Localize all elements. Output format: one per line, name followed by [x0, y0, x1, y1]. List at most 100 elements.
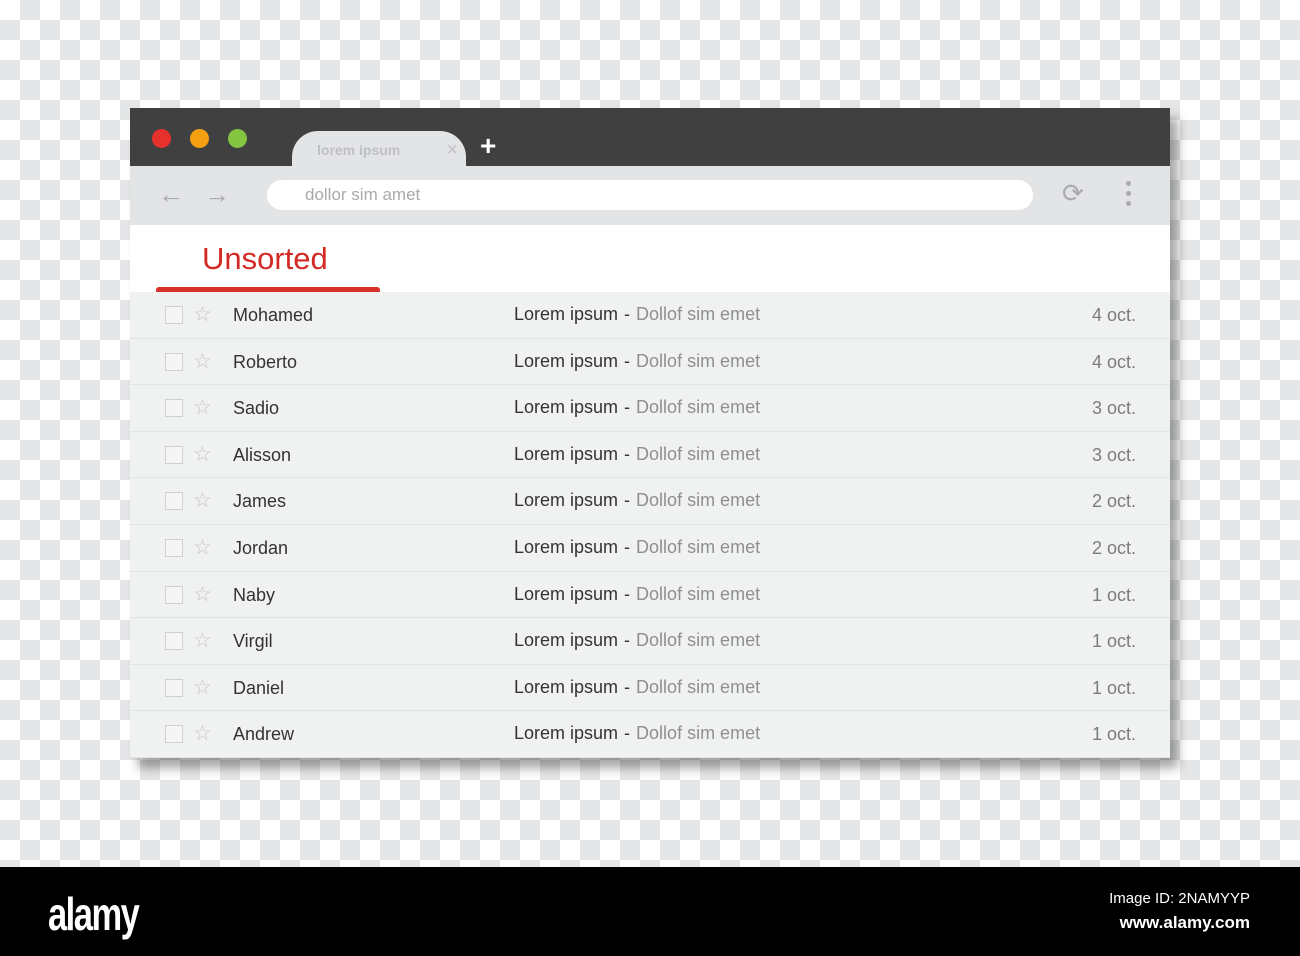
separator: -	[624, 583, 631, 604]
snippet: Dollof sim emet	[636, 583, 761, 604]
row-checkbox[interactable]	[165, 725, 183, 744]
mail-row[interactable]: ☆ Naby Lorem ipsum - Dollof sim emet 1 oct…	[130, 572, 1170, 619]
minimize-window-button[interactable]	[190, 129, 209, 148]
back-arrow-icon[interactable]: ←	[158, 179, 184, 210]
site-url: www.alamy.com	[1119, 913, 1250, 932]
snippet: Dollof sim emet	[636, 304, 761, 324]
separator: -	[624, 304, 631, 324]
image-id: Image ID: 2NAMYYP	[1109, 890, 1250, 907]
mail-row[interactable]: ☆ Virgil Lorem ipsum - Dollof sim emet 1 o…	[130, 618, 1170, 665]
subject-text: Lorem ipsum	[514, 304, 619, 324]
subject-text: Lorem ipsum	[514, 350, 619, 371]
separator: -	[624, 490, 631, 511]
snippet: Dollof sim emet	[636, 630, 761, 651]
row-checkbox[interactable]	[165, 352, 183, 371]
star-icon[interactable]: ☆	[193, 349, 212, 374]
mail-row[interactable]: ☆ Roberto Lorem ipsum - Dollof sim emet 4 …	[130, 339, 1170, 386]
alamy-logo: alamy	[48, 888, 140, 940]
row-checkbox[interactable]	[165, 399, 183, 418]
mail-row[interactable]: ☆ Daniel Lorem ipsum - Dollof sim emet 1 o…	[130, 665, 1170, 712]
subject: Lorem ipsum - Dollof sim emet	[514, 490, 760, 511]
mail-list: ☆ Mohamed Lorem ipsum - Dollof sim emet 4 …	[130, 292, 1170, 758]
star-icon[interactable]: ☆	[193, 442, 212, 467]
watermark-footer: alamy Image ID: 2NAMYYP www.alamy.com	[0, 867, 1300, 956]
subject-text: Lorem ipsum	[514, 397, 619, 418]
row-checkbox[interactable]	[165, 306, 183, 324]
subject: Lorem ipsum - Dollof sim emet	[514, 444, 760, 465]
subject: Lorem ipsum - Dollof sim emet	[514, 584, 760, 605]
date: 2 oct.	[1091, 537, 1136, 558]
subject: Lorem ipsum - Dollof sim emet	[514, 351, 760, 372]
row-checkbox[interactable]	[165, 492, 183, 511]
browser-window: lorem ipsum × + ← → dollor sim amet ⟳ Un…	[130, 108, 1170, 758]
new-tab-button[interactable]: +	[480, 132, 496, 160]
subject-text: Lorem ipsum	[514, 676, 619, 697]
row-checkbox[interactable]	[165, 632, 183, 651]
subject-text: Lorem ipsum	[514, 443, 619, 464]
subject-text: Lorem ipsum	[514, 723, 619, 744]
forward-arrow-icon[interactable]: →	[204, 179, 230, 210]
mail-row[interactable]: ☆ Sadio Lorem ipsum - Dollof sim emet 3 oc…	[130, 385, 1170, 432]
snippet: Dollof sim emet	[636, 443, 761, 464]
subject-text: Lorem ipsum	[514, 490, 619, 511]
sender-name: Sadio	[233, 398, 280, 419]
star-icon[interactable]: ☆	[193, 582, 212, 607]
subject-text: Lorem ipsum	[514, 630, 619, 651]
date: 1 oct.	[1091, 677, 1136, 698]
mail-row[interactable]: ☆ Andrew Lorem ipsum - Dollof sim emet 1 o…	[130, 711, 1170, 758]
star-icon[interactable]: ☆	[193, 675, 212, 700]
close-tab-icon[interactable]: ×	[446, 140, 458, 160]
subject: Lorem ipsum - Dollof sim emet	[514, 537, 760, 558]
snippet: Dollof sim emet	[636, 536, 761, 557]
date: 4 oct.	[1091, 351, 1136, 372]
mail-row[interactable]: ☆ James Lorem ipsum - Dollof sim emet 2 oc…	[130, 478, 1170, 525]
snippet: Dollof sim emet	[636, 350, 761, 371]
sender-name: Roberto	[233, 351, 298, 372]
sender-name: Daniel	[233, 677, 285, 698]
star-icon[interactable]: ☆	[193, 721, 212, 746]
row-checkbox[interactable]	[165, 538, 183, 557]
sender-name: Mohamed	[233, 305, 314, 325]
sender-name: Andrew	[233, 724, 295, 745]
star-icon[interactable]: ☆	[193, 628, 212, 653]
sender-name: Alisson	[233, 444, 292, 465]
close-window-button[interactable]	[152, 129, 171, 148]
date: 1 oct.	[1091, 631, 1136, 652]
separator: -	[624, 676, 631, 697]
sender-name: James	[233, 491, 287, 512]
subject: Lorem ipsum - Dollof sim emet	[514, 677, 760, 698]
reload-icon[interactable]: ⟳	[1062, 178, 1084, 209]
star-icon[interactable]: ☆	[193, 395, 212, 420]
browser-tab[interactable]: lorem ipsum ×	[292, 131, 466, 167]
more-menu-icon[interactable]	[1126, 181, 1131, 211]
toolbar: ← → dollor sim amet ⟳	[130, 166, 1170, 225]
mail-row[interactable]: ☆ Alisson Lorem ipsum - Dollof sim emet 3 …	[130, 432, 1170, 479]
sender-name: Naby	[233, 584, 276, 605]
address-bar[interactable]: dollor sim amet	[267, 180, 1033, 210]
separator: -	[624, 723, 631, 744]
row-checkbox[interactable]	[165, 585, 183, 604]
title-bar: lorem ipsum × +	[130, 108, 1170, 167]
separator: -	[624, 350, 631, 371]
date: 4 oct.	[1091, 305, 1136, 325]
subject: Lorem ipsum - Dollof sim emet	[514, 630, 760, 651]
row-checkbox[interactable]	[165, 445, 183, 464]
star-icon[interactable]: ☆	[193, 535, 212, 560]
snippet: Dollof sim emet	[636, 490, 761, 511]
star-icon[interactable]: ☆	[193, 302, 212, 327]
separator: -	[624, 443, 631, 464]
snippet: Dollof sim emet	[636, 723, 761, 744]
row-checkbox[interactable]	[165, 678, 183, 697]
subject: Lorem ipsum - Dollof sim emet	[514, 397, 760, 418]
snippet: Dollof sim emet	[636, 676, 761, 697]
tab-unsorted[interactable]: Unsorted	[202, 241, 328, 277]
subject: Lorem ipsum - Dollof sim emet	[514, 723, 760, 744]
subject-text: Lorem ipsum	[514, 536, 619, 557]
mail-row[interactable]: ☆ Mohamed Lorem ipsum - Dollof sim emet 4 …	[130, 292, 1170, 339]
date: 2 oct.	[1091, 491, 1136, 512]
separator: -	[624, 536, 631, 557]
star-icon[interactable]: ☆	[193, 488, 212, 513]
maximize-window-button[interactable]	[228, 129, 247, 148]
mail-row[interactable]: ☆ Jordan Lorem ipsum - Dollof sim emet 2 o…	[130, 525, 1170, 572]
tab-title: lorem ipsum	[317, 142, 401, 158]
